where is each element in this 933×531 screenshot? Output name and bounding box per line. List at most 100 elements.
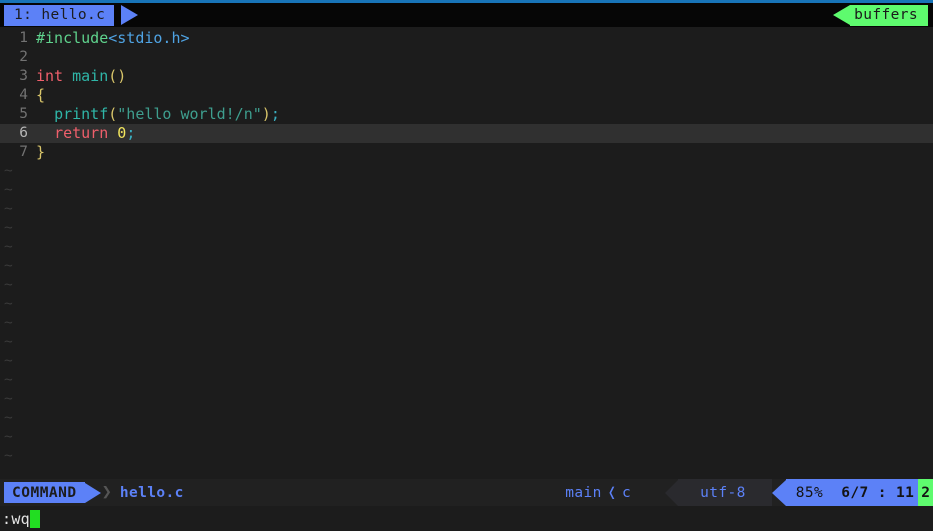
- code-token: main: [72, 67, 109, 85]
- tab-hello-c[interactable]: 1: hello.c: [4, 5, 115, 26]
- code-line[interactable]: 5 printf("hello world!/n");: [0, 105, 933, 124]
- code-line[interactable]: 4{: [0, 86, 933, 105]
- code-token: return: [54, 124, 109, 142]
- empty-line-marker: ~: [0, 371, 933, 390]
- tilde-icon: ~: [4, 429, 13, 445]
- tilde-icon: ~: [4, 334, 13, 350]
- statusline: COMMAND ❯ hello.c main ❬ c utf-8 85% 6/7…: [0, 479, 933, 506]
- code-token: }: [36, 143, 46, 161]
- tilde-icon: ~: [4, 201, 13, 217]
- buffers-arrow-decoration: [833, 5, 850, 25]
- empty-line-marker: ~: [0, 333, 933, 352]
- status-encoding: utf-8: [678, 479, 772, 506]
- empty-line-marker: ~: [0, 162, 933, 181]
- empty-line-marker: ~: [0, 295, 933, 314]
- code-token: "hello world!/n": [117, 105, 262, 123]
- empty-line-marker: ~: [0, 276, 933, 295]
- tab-label: 1: hello.c: [14, 7, 106, 23]
- code-token: {: [36, 86, 46, 104]
- empty-line-marker: ~: [0, 219, 933, 238]
- buffers-button[interactable]: buffers: [850, 5, 928, 26]
- empty-line-marker: ~: [0, 238, 933, 257]
- empty-line-marker: ~: [0, 447, 933, 466]
- empty-line-marker: ~: [0, 257, 933, 276]
- line-number: 3: [19, 68, 28, 84]
- tilde-icon: ~: [4, 448, 13, 464]
- code-token: <stdio.h>: [108, 29, 190, 47]
- line-number: 2: [19, 49, 28, 65]
- line-text: return 0;: [36, 124, 933, 143]
- tilde-icon: ~: [4, 182, 13, 198]
- tilde-icon: ~: [4, 353, 13, 369]
- editor-text-area[interactable]: 1 #include<stdio.h> 2 3 int main() 4{5 printf…: [0, 27, 933, 479]
- status-mode-indicator: COMMAND: [4, 482, 85, 503]
- line-number: 4: [19, 87, 28, 103]
- status-space-2: [887, 485, 896, 501]
- tilde-icon: ~: [4, 258, 13, 274]
- line-text: #include<stdio.h>: [36, 29, 933, 48]
- status-line-position: 6/7 : 11: [841, 479, 919, 506]
- command-line-text: :wq: [2, 509, 30, 528]
- empty-line-marker: ~: [0, 390, 933, 409]
- line-number: 1: [19, 30, 28, 46]
- tilde-icon: ~: [4, 239, 13, 255]
- status-line-total: 6/7: [841, 484, 869, 501]
- tab-arrow-decoration: [121, 5, 138, 25]
- code-token: (): [108, 67, 127, 85]
- code-token: (: [108, 105, 118, 123]
- code-token: ): [261, 105, 271, 123]
- vim-editor-window: 1: hello.c buffers 1 #include<stdio.h> 2 3 i…: [0, 0, 933, 531]
- code-line[interactable]: 3 int main(): [0, 67, 933, 86]
- empty-line-marker: ~: [0, 200, 933, 219]
- empty-line-marker: ~: [0, 314, 933, 333]
- code-line[interactable]: 2: [0, 48, 933, 67]
- status-filename: hello.c: [119, 484, 184, 501]
- code-token: 0: [117, 124, 127, 142]
- code-token: int: [36, 67, 64, 85]
- position-arrow-decoration: [771, 479, 786, 506]
- status-scroll-percent: 85%: [785, 479, 842, 506]
- buffers-label: buffers: [854, 7, 918, 23]
- empty-line-marker: ~: [0, 352, 933, 371]
- tilde-icon: ~: [4, 220, 13, 236]
- empty-line-marker: ~: [0, 428, 933, 447]
- window-top-border: [0, 0, 933, 3]
- tilde-icon: ~: [4, 372, 13, 388]
- status-git-branch: main: [565, 484, 602, 501]
- tilde-icon: ~: [4, 296, 13, 312]
- code-token: ;: [126, 124, 136, 142]
- tabline: 1: hello.c buffers: [0, 3, 933, 27]
- line-number: 5: [19, 106, 28, 122]
- empty-line-marker: ~: [0, 181, 933, 200]
- mode-chevron-icon: ❯: [101, 482, 112, 502]
- empty-line-marker: ~: [0, 409, 933, 428]
- code-token: ;: [270, 105, 280, 123]
- status-filetype: c: [622, 484, 632, 501]
- line-text: int main(): [36, 67, 933, 86]
- line-text: printf("hello world!/n");: [36, 105, 933, 124]
- tilde-icon: ~: [4, 277, 13, 293]
- status-column-badge: 2: [918, 479, 933, 506]
- status-column: 11: [896, 484, 915, 501]
- code-token: printf: [54, 105, 109, 123]
- command-line[interactable]: :wq: [0, 506, 933, 531]
- status-colon: :: [877, 484, 887, 501]
- line-number: 7: [19, 144, 28, 160]
- code-line[interactable]: 6 return 0;: [0, 124, 933, 143]
- tilde-icon: ~: [4, 410, 13, 426]
- line-number: 6: [19, 125, 28, 141]
- line-text: }: [36, 143, 933, 162]
- line-text: {: [36, 86, 933, 105]
- code-line[interactable]: 1 #include<stdio.h>: [0, 29, 933, 48]
- tilde-icon: ~: [4, 163, 13, 179]
- branch-separator-icon: ❬: [606, 482, 617, 503]
- tilde-icon: ~: [4, 315, 13, 331]
- encoding-arrow-decoration: [665, 479, 679, 506]
- code-token: #include: [36, 29, 109, 47]
- command-line-cursor: [30, 509, 40, 528]
- code-line[interactable]: 7}: [0, 143, 933, 162]
